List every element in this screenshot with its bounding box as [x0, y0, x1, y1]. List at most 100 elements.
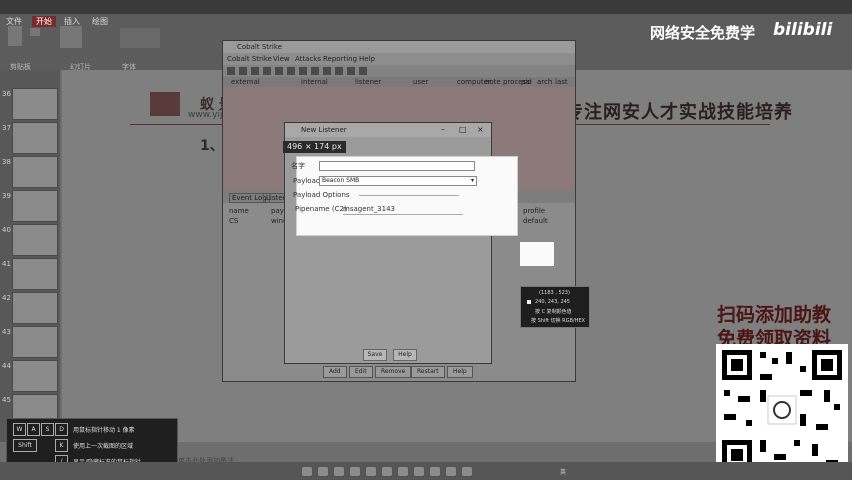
- help-button[interactable]: Help: [447, 366, 473, 378]
- toolbar-icon[interactable]: [227, 67, 235, 75]
- save-button[interactable]: Save: [363, 349, 387, 361]
- slide-thumbnail[interactable]: [12, 190, 58, 222]
- thumb-number: 36: [2, 90, 11, 98]
- app-icon[interactable]: [382, 467, 392, 476]
- cs-menu-item[interactable]: Reporting: [323, 55, 357, 63]
- rgb-value: 240, 243, 245: [535, 299, 570, 305]
- thumb-number: 44: [2, 362, 11, 370]
- slide-thumbnail[interactable]: [12, 326, 58, 358]
- toolbar-icon[interactable]: [311, 67, 319, 75]
- pipename-field[interactable]: msagent_3143: [343, 205, 395, 213]
- app-icon[interactable]: [350, 467, 360, 476]
- thumb-number: 40: [2, 226, 11, 234]
- column-header[interactable]: pid: [521, 78, 532, 86]
- app-icon[interactable]: [462, 467, 472, 476]
- toolbar-icon[interactable]: [287, 67, 295, 75]
- app-icon[interactable]: [414, 467, 424, 476]
- ime-indicator[interactable]: 英: [560, 467, 566, 476]
- column-header[interactable]: arch: [537, 78, 552, 86]
- chevron-down-icon: ▾: [470, 177, 474, 184]
- close-icon[interactable]: ×: [477, 125, 484, 134]
- column-header[interactable]: user: [413, 78, 428, 86]
- toolbar-icon[interactable]: [263, 67, 271, 75]
- slide-thumbnail[interactable]: [12, 258, 58, 290]
- slide-thumbnail[interactable]: [12, 224, 58, 256]
- maximize-icon[interactable]: □: [459, 125, 467, 134]
- ribbon-tab-draw[interactable]: 绘图: [92, 16, 108, 27]
- add-button[interactable]: Add: [323, 366, 347, 378]
- slide-thumbnail[interactable]: [12, 292, 58, 324]
- column-header[interactable]: name: [229, 207, 249, 215]
- search-icon[interactable]: [318, 467, 328, 476]
- column-header[interactable]: last: [555, 78, 568, 86]
- key-a: A: [27, 423, 40, 436]
- color-swatch: [527, 300, 531, 304]
- start-icon[interactable]: [302, 467, 312, 476]
- remove-button[interactable]: Remove: [375, 366, 412, 378]
- toolbar-icon[interactable]: [347, 67, 355, 75]
- screenshot-selection[interactable]: 名字 Payload Beacon SMB ▾ Payload Options …: [291, 156, 518, 236]
- hint-last-region: 使用上一次截图的区域: [73, 443, 134, 450]
- dialog-title-bar[interactable]: New Listener – □ ×: [285, 123, 491, 137]
- pipename-label: Pipename (C2): [295, 205, 347, 213]
- minimize-icon[interactable]: –: [441, 125, 445, 134]
- thumb-number: 43: [2, 328, 11, 336]
- slide-thumbnail[interactable]: [12, 360, 58, 392]
- payload-select[interactable]: Beacon SMB ▾: [319, 176, 477, 186]
- dialog-title: New Listener: [301, 126, 347, 134]
- thumb-number: 39: [2, 192, 11, 200]
- paste-icon[interactable]: [8, 26, 22, 46]
- payload-options-label: Payload Options: [293, 191, 350, 199]
- app-icon[interactable]: [366, 467, 376, 476]
- column-header[interactable]: note: [485, 78, 501, 86]
- cursor-coords: (1183 , 523): [539, 290, 570, 296]
- cs-menu-item[interactable]: View: [273, 55, 290, 63]
- cs-menu-item[interactable]: Help: [359, 55, 375, 63]
- cs-menu-item[interactable]: Attacks: [295, 55, 321, 63]
- cs-toolbar: [223, 65, 575, 77]
- options-divider: [359, 195, 459, 196]
- toolbar-icon[interactable]: [335, 67, 343, 75]
- toolbar-icon[interactable]: [239, 67, 247, 75]
- toolbar-icon[interactable]: [251, 67, 259, 75]
- table-cell[interactable]: default: [523, 217, 548, 225]
- cs-beacon-table-header: external internal listener user computer…: [223, 77, 575, 87]
- column-header[interactable]: listener: [355, 78, 381, 86]
- restart-button[interactable]: Restart: [411, 366, 445, 378]
- font-controls[interactable]: [120, 28, 160, 48]
- app-icon[interactable]: [430, 467, 440, 476]
- thumb-number: 45: [2, 396, 11, 404]
- slide-thumbnail-panel: 36 37 38 39 40 41 42 43 44 45: [0, 70, 60, 442]
- taskbar: 英: [0, 462, 852, 480]
- cs-menu-item[interactable]: Cobalt Strike: [227, 55, 272, 63]
- taskview-icon[interactable]: [334, 467, 344, 476]
- edit-button[interactable]: Edit: [349, 366, 373, 378]
- key-shift: Shift: [13, 439, 37, 452]
- key-d: D: [55, 423, 68, 436]
- dialog-help-button[interactable]: Help: [393, 349, 417, 361]
- payload-value: Beacon SMB: [322, 177, 360, 184]
- cs-title-bar[interactable]: Cobalt Strike: [223, 41, 575, 53]
- table-cell[interactable]: CS: [229, 217, 238, 225]
- app-icon[interactable]: [398, 467, 408, 476]
- app-icon[interactable]: [446, 467, 456, 476]
- slide-thumbnail[interactable]: [12, 156, 58, 188]
- slide-thumbnail[interactable]: [12, 88, 58, 120]
- watermark-text: 网络安全免费学: [650, 24, 756, 42]
- new-slide-icon[interactable]: [60, 26, 82, 48]
- toolbar-icon[interactable]: [323, 67, 331, 75]
- slide-thumbnail[interactable]: [12, 122, 58, 154]
- thumb-number: 41: [2, 260, 11, 268]
- key-w: W: [13, 423, 26, 436]
- column-header[interactable]: profile: [523, 207, 545, 215]
- toolbar-icon[interactable]: [359, 67, 367, 75]
- ribbon-tab-home[interactable]: 开始: [32, 16, 56, 27]
- toolbar-icon[interactable]: [275, 67, 283, 75]
- qr-code-graphic: [722, 350, 842, 470]
- copy-hint: 按 C 复制颜色值: [535, 309, 572, 315]
- column-header[interactable]: internal: [301, 78, 328, 86]
- cut-icon[interactable]: [30, 28, 40, 36]
- column-header[interactable]: external: [231, 78, 260, 86]
- toolbar-icon[interactable]: [299, 67, 307, 75]
- name-field[interactable]: [319, 161, 475, 171]
